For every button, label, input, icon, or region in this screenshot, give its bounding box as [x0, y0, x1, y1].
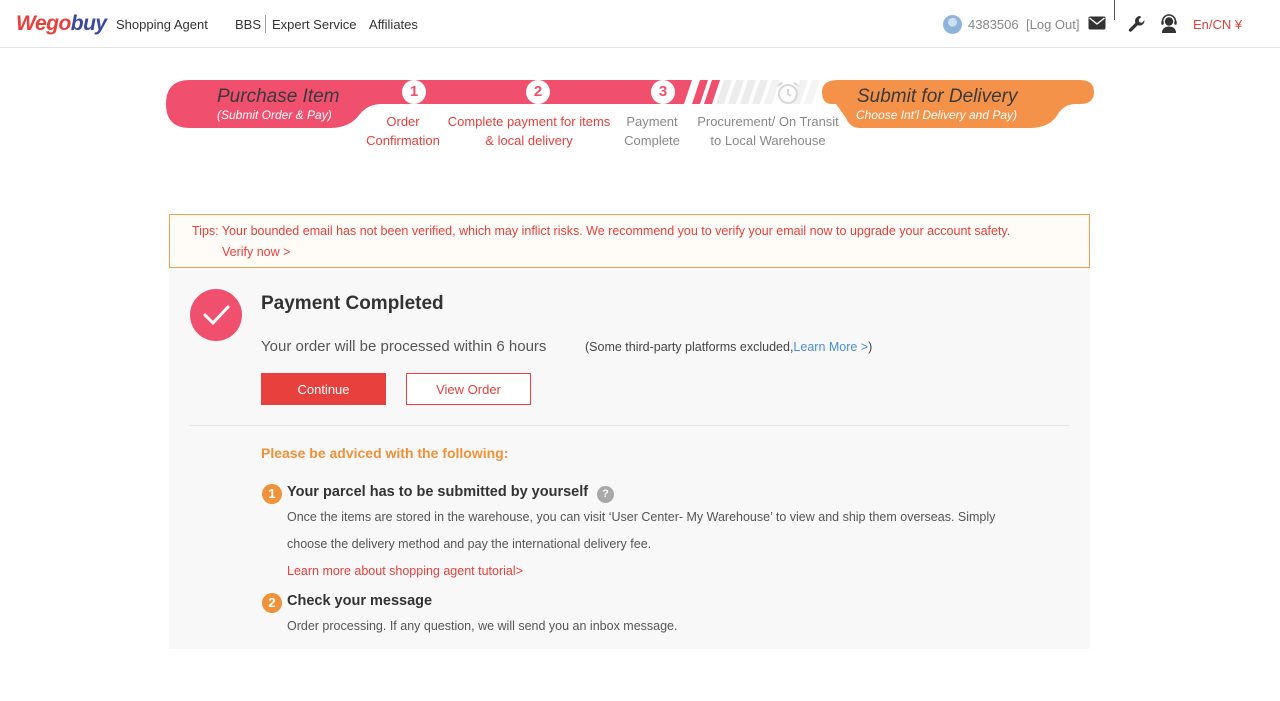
advice-item-2-number: 2 [262, 593, 282, 613]
view-order-button[interactable]: View Order [406, 373, 531, 405]
step-3-label: Payment Complete [624, 114, 680, 148]
page-title: Payment Completed [261, 293, 444, 314]
step-2-number: 2 [526, 80, 550, 104]
step-2-label: Complete payment for items & local deliv… [447, 114, 611, 148]
phase-purchase-item-title: Purchase Item [217, 86, 340, 107]
phase-submit-delivery-subtitle: Choose Int'l Delivery and Pay) [856, 108, 1018, 122]
advice-item-1-number: 1 [262, 484, 282, 504]
processing-time-text: Your order will be processed within 6 ho… [261, 338, 547, 355]
step-4-label: Procurement/ On Transit to Local Warehou… [697, 114, 839, 148]
step-3-number: 3 [651, 80, 675, 104]
excluded-note: (Some third-party platforms excluded,Lea… [585, 340, 873, 354]
advice-heading: Please be adviced with the following: [261, 445, 509, 461]
phase-purchase-item-subtitle: (Submit Order & Pay) [217, 108, 332, 122]
progress-shape [166, 80, 1094, 128]
order-progress-steps: Purchase Item (Submit Order & Pay) Submi… [0, 0, 1280, 180]
verify-now-link[interactable]: Verify now > [222, 245, 290, 259]
step-1-label: Order Confirmation [366, 114, 440, 148]
advice-item-2-text: Order processing. If any question, we wi… [287, 619, 678, 633]
help-question-icon[interactable]: ? [597, 486, 614, 503]
tips-text: Tips: Your bounded email has not been ve… [192, 224, 1011, 238]
shopping-agent-tutorial-link[interactable]: Learn more about shopping agent tutorial… [287, 564, 523, 578]
success-check-icon [190, 289, 242, 341]
continue-button[interactable]: Continue [261, 373, 386, 405]
advice-item-1-title: Your parcel has to be submitted by yours… [287, 484, 589, 500]
email-verify-tips: Tips: Your bounded email has not been ve… [169, 214, 1090, 268]
step-1-number: 1 [402, 80, 426, 104]
learn-more-link[interactable]: Learn More > [793, 340, 868, 354]
advice-item-1-text-line1: Once the items are stored in the warehou… [287, 510, 996, 524]
section-divider [190, 425, 1069, 426]
advice-item-1-text-line2: choose the delivery method and pay the i… [287, 537, 652, 551]
phase-submit-delivery-title: Submit for Delivery [857, 86, 1018, 107]
advice-item-2-title: Check your message [287, 593, 433, 609]
alarm-clock-icon [777, 81, 799, 104]
